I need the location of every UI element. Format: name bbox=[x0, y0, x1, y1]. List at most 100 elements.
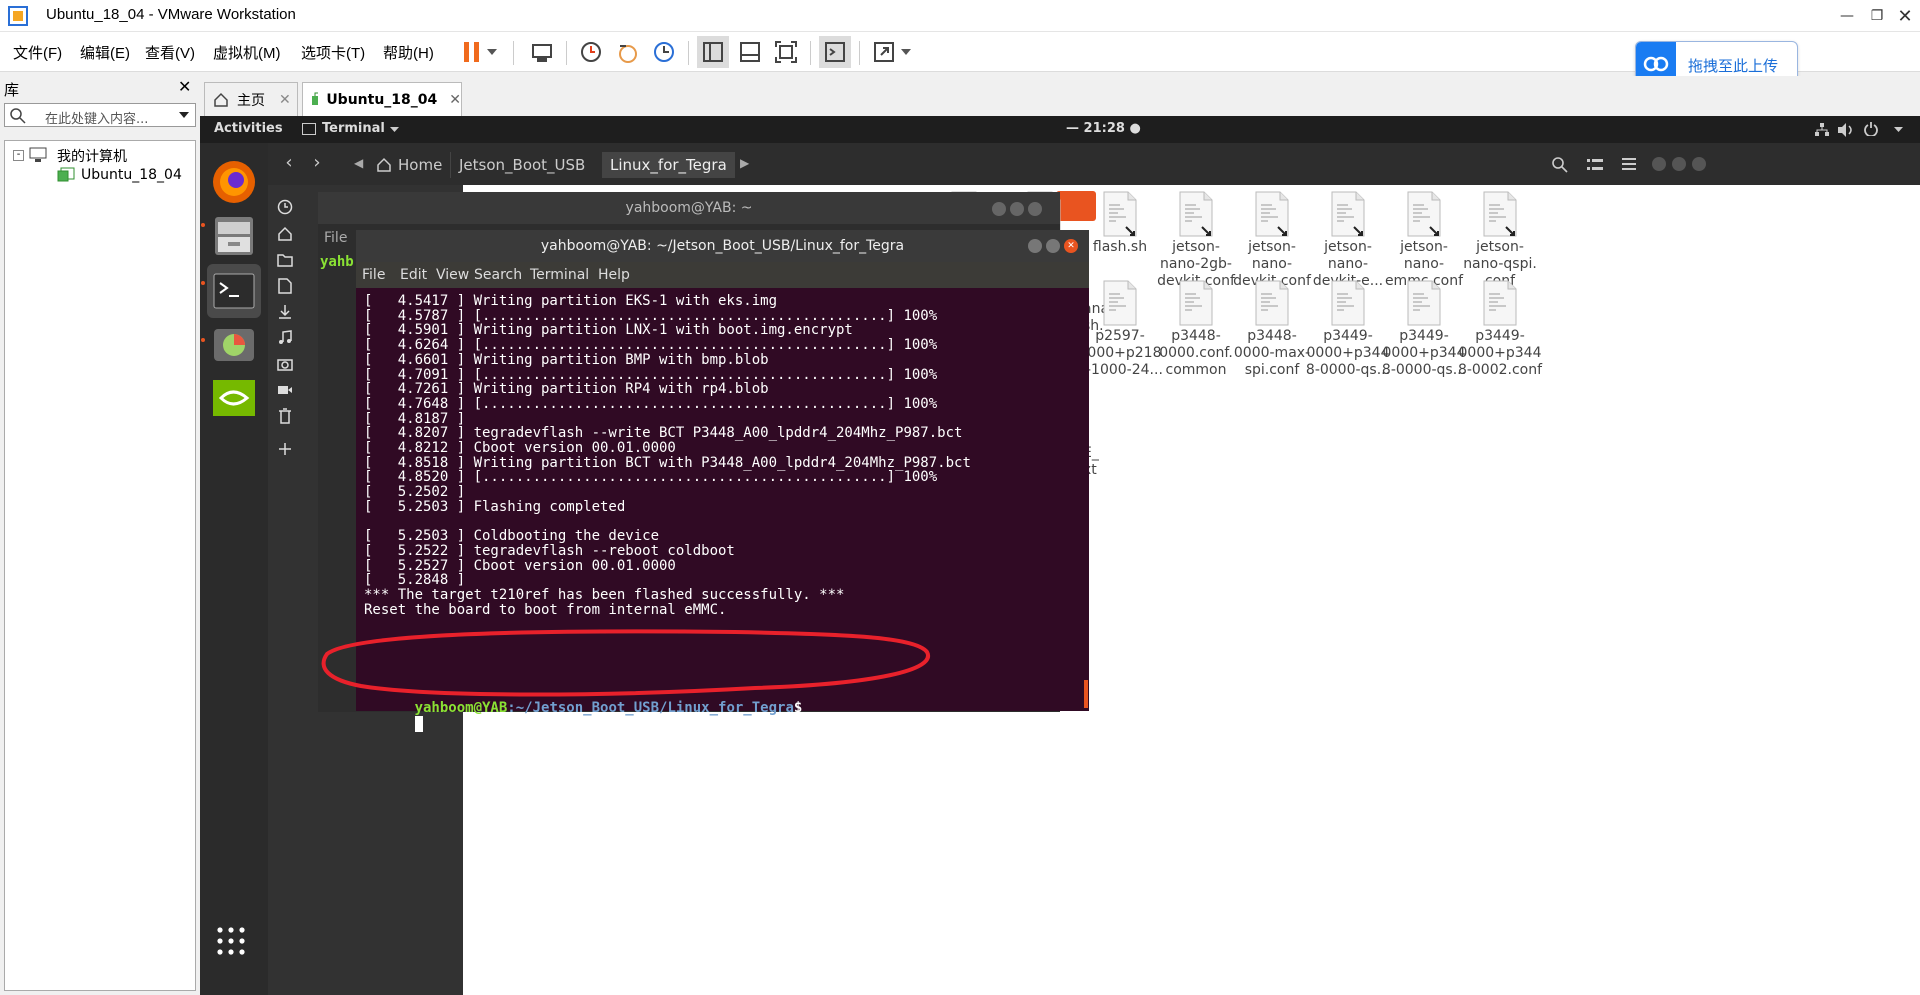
menu-tabs[interactable]: 选项卡(T) bbox=[301, 42, 365, 63]
crumb-left-arrow[interactable]: ◀ bbox=[354, 156, 363, 170]
minimize-button[interactable]: — bbox=[1832, 0, 1862, 32]
download-icon[interactable] bbox=[273, 300, 297, 324]
stretch-icon[interactable] bbox=[868, 36, 900, 68]
close-icon[interactable]: ✕ bbox=[449, 92, 461, 108]
chevron-down-icon[interactable] bbox=[898, 36, 914, 68]
music-icon[interactable] bbox=[273, 326, 297, 350]
maximize-button[interactable] bbox=[1672, 157, 1686, 171]
terminal-back-menu-file[interactable]: File bbox=[324, 230, 347, 246]
plus-icon[interactable] bbox=[273, 437, 297, 461]
app-grid-icon[interactable] bbox=[215, 925, 247, 957]
close-button[interactable]: ✕ bbox=[1890, 0, 1920, 32]
terminal-menu-help[interactable]: Help bbox=[598, 267, 630, 283]
recent-icon[interactable] bbox=[273, 195, 297, 219]
close-button[interactable] bbox=[1028, 202, 1042, 216]
chevron-down-icon[interactable] bbox=[484, 36, 500, 68]
config-file-icon bbox=[1483, 280, 1517, 326]
terminal-icon[interactable] bbox=[207, 264, 261, 318]
minimize-button[interactable] bbox=[992, 202, 1006, 216]
terminal-menu-view[interactable]: View bbox=[436, 267, 469, 283]
minimize-button[interactable] bbox=[1028, 239, 1042, 253]
view-options-icon[interactable] bbox=[1587, 158, 1603, 172]
firefox-icon[interactable] bbox=[207, 155, 261, 209]
close-icon[interactable]: ✕ bbox=[279, 92, 291, 108]
snapshot-icon[interactable] bbox=[575, 36, 607, 68]
folder-icon[interactable] bbox=[273, 248, 297, 272]
revert-snapshot-icon[interactable] bbox=[612, 36, 644, 68]
vmware-logo-icon bbox=[8, 6, 28, 26]
terminal-title: yahboom@YAB: ~/Jetson_Boot_USB/Linux_for… bbox=[356, 230, 1089, 262]
chevron-down-icon[interactable] bbox=[1894, 127, 1903, 133]
disk-usage-icon[interactable] bbox=[207, 318, 261, 372]
file-manager-header: ‹ › ◀ Home Jetson_Boot_USB Linux_for_Teg… bbox=[268, 143, 1920, 185]
breadcrumb-l4t-label: Linux_for_Tegra bbox=[610, 156, 727, 174]
terminal-app-icon bbox=[302, 123, 316, 135]
thumbnail-view-icon[interactable] bbox=[734, 36, 766, 68]
search-placeholder: 在此处键入内容... bbox=[45, 112, 149, 127]
library-title: 库 bbox=[4, 81, 20, 99]
network-icon[interactable] bbox=[1815, 123, 1829, 137]
terminal-menu-terminal[interactable]: Terminal bbox=[530, 267, 589, 283]
file-item[interactable]: p3449- 0000+p344 8-0002.conf bbox=[1454, 280, 1546, 379]
menu-vm[interactable]: 虚拟机(M) bbox=[213, 42, 281, 63]
console-view-icon[interactable] bbox=[819, 36, 851, 68]
forward-button[interactable]: › bbox=[304, 152, 330, 178]
breadcrumb-jetson[interactable]: Jetson_Boot_USB bbox=[450, 152, 593, 178]
linked-file-icon bbox=[1331, 191, 1365, 237]
camera-icon[interactable] bbox=[273, 352, 297, 376]
menu-view[interactable]: 查看(V) bbox=[145, 42, 195, 63]
terminal-menu-edit[interactable]: Edit bbox=[400, 267, 427, 283]
home-icon[interactable] bbox=[273, 222, 297, 246]
linked-file-icon bbox=[1179, 191, 1213, 237]
snapshot-manager-icon[interactable] bbox=[648, 36, 680, 68]
fullscreen-icon[interactable] bbox=[770, 36, 802, 68]
menu-help[interactable]: 帮助(H) bbox=[383, 42, 434, 63]
volume-icon[interactable] bbox=[1838, 123, 1854, 137]
restore-button[interactable]: ❐ bbox=[1862, 0, 1892, 32]
tab-ubuntu[interactable]: Ubuntu_18_04 ✕ bbox=[302, 82, 462, 116]
scrollbar[interactable] bbox=[1084, 680, 1088, 708]
file-item[interactable]: jetson- nano-qspi. conf bbox=[1454, 191, 1546, 290]
terminal-menu-file[interactable]: File bbox=[362, 267, 385, 283]
document-icon[interactable] bbox=[273, 274, 297, 298]
close-icon[interactable]: ✕ bbox=[178, 77, 191, 96]
breadcrumb-home[interactable]: Home bbox=[368, 152, 450, 178]
maximize-button[interactable] bbox=[1046, 239, 1060, 253]
send-keys-icon[interactable] bbox=[526, 36, 558, 68]
clock[interactable]: — 21:28 ● bbox=[1066, 121, 1141, 136]
activities-button[interactable]: Activities bbox=[214, 121, 283, 136]
tree-vm-label[interactable]: Ubuntu_18_04 bbox=[81, 167, 182, 183]
search-icon[interactable] bbox=[1552, 157, 1568, 173]
tab-home[interactable]: 主页 ✕ bbox=[204, 82, 298, 116]
library-search-input[interactable]: 在此处键入内容... bbox=[4, 103, 196, 127]
terminal-menu-search[interactable]: Search bbox=[474, 267, 522, 283]
minimize-button[interactable] bbox=[1652, 157, 1666, 171]
home-icon bbox=[214, 92, 228, 107]
menu-file[interactable]: 文件(F) bbox=[13, 42, 62, 63]
crumb-right-arrow[interactable]: ▶ bbox=[740, 156, 749, 170]
maximize-button[interactable] bbox=[1010, 202, 1024, 216]
script-file-icon bbox=[1103, 191, 1137, 237]
tree-root-label[interactable]: 我的计算机 bbox=[57, 146, 127, 166]
ubuntu-topbar: Activities Terminal — 21:28 ● bbox=[200, 116, 1920, 143]
nvidia-icon[interactable] bbox=[207, 371, 261, 425]
video-icon[interactable] bbox=[273, 378, 297, 402]
menu-icon[interactable] bbox=[1622, 158, 1636, 170]
highlight-annotation bbox=[321, 629, 930, 697]
close-button[interactable] bbox=[1692, 157, 1706, 171]
menu-edit[interactable]: 编辑(E) bbox=[80, 42, 130, 63]
close-button[interactable]: ✕ bbox=[1064, 239, 1078, 253]
trash-icon[interactable] bbox=[273, 404, 297, 428]
upload-label: 拖拽至此上传 bbox=[1688, 58, 1779, 75]
sidebar-view-icon[interactable] bbox=[697, 36, 729, 68]
app-menu[interactable]: Terminal bbox=[322, 121, 385, 136]
chevron-down-icon[interactable] bbox=[390, 127, 399, 133]
collapse-icon[interactable]: - bbox=[13, 150, 24, 161]
back-button[interactable]: ‹ bbox=[276, 152, 302, 178]
breadcrumb-l4t[interactable]: Linux_for_Tegra bbox=[602, 152, 735, 178]
files-icon[interactable] bbox=[207, 209, 261, 263]
computer-icon bbox=[29, 147, 47, 162]
guest-screen[interactable]: Activities Terminal — 21:28 ● ‹ › ◀ Home… bbox=[200, 116, 1920, 995]
power-icon[interactable] bbox=[1864, 122, 1878, 136]
chevron-down-icon[interactable] bbox=[179, 112, 189, 118]
